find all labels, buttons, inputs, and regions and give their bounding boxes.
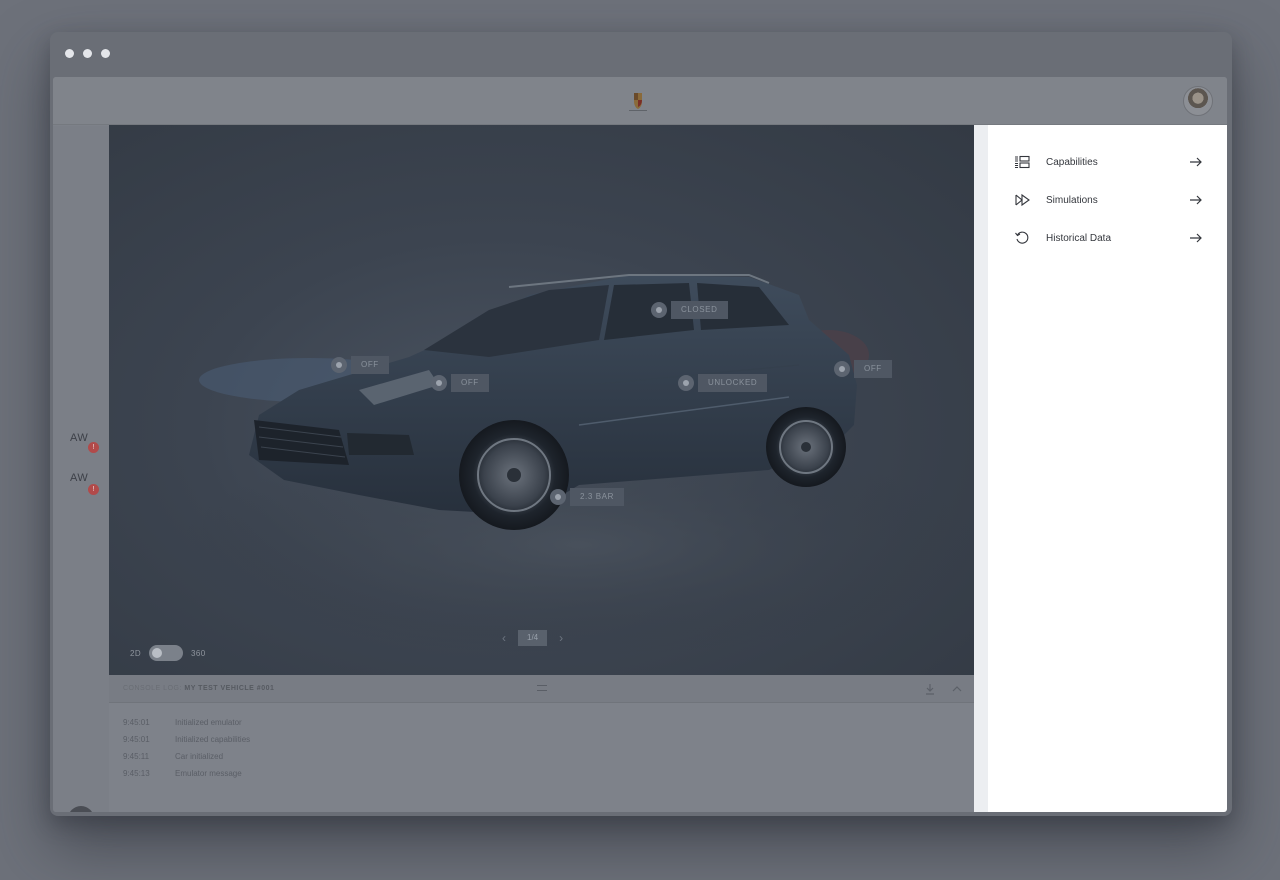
tag-label: OFF xyxy=(351,356,389,374)
arrow-right-icon xyxy=(1190,233,1202,243)
chevron-up-icon[interactable] xyxy=(949,681,965,697)
history-icon xyxy=(1015,231,1029,244)
menu-item-capabilities[interactable]: Capabilities xyxy=(988,143,1227,181)
tag-pin xyxy=(834,361,850,377)
view-360-label: 360 xyxy=(191,648,206,658)
log-message: Emulator message xyxy=(175,769,242,778)
vehicle-tag-windows[interactable]: CLOSED xyxy=(651,300,728,320)
menu-item-simulations[interactable]: Simulations xyxy=(988,181,1227,219)
app-header xyxy=(53,77,1227,125)
log-time: 9:45:13 xyxy=(123,769,150,778)
tag-label: 2.3 BAR xyxy=(570,488,624,506)
console-title-prefix: CONSOLE LOG: xyxy=(123,685,182,692)
log-entry: 9:45:11 Car initialized xyxy=(123,752,223,761)
log-time: 9:45:01 xyxy=(123,735,150,744)
browser-window: AW ! AW ! OFF OFF CLOSED UNLOCKED OFF 2.… xyxy=(50,32,1232,816)
vehicle-tag-front-lights[interactable]: OFF xyxy=(431,373,489,393)
tag-label: CLOSED xyxy=(671,301,728,319)
log-message: Initialized capabilities xyxy=(175,735,251,744)
menu-item-historical-data[interactable]: Historical Data xyxy=(988,219,1227,257)
left-rail: AW ! AW ! xyxy=(53,126,109,812)
arrow-right-icon xyxy=(1190,157,1202,167)
pager-next-button[interactable]: › xyxy=(559,631,563,645)
console-resize-handle[interactable] xyxy=(537,685,547,691)
tag-pin xyxy=(331,357,347,373)
window-control-close[interactable] xyxy=(65,49,74,58)
tag-pin xyxy=(431,375,447,391)
bluetooth-icon xyxy=(68,806,94,812)
console-log: CONSOLE LOG: MY TEST VEHICLE #001 9:45:0… xyxy=(109,675,974,812)
tag-label: OFF xyxy=(854,360,892,378)
tag-label: UNLOCKED xyxy=(698,374,768,392)
download-icon[interactable] xyxy=(922,681,938,697)
vehicle-tag-tire-pressure[interactable]: 2.3 BAR xyxy=(550,487,624,507)
window-titlebar xyxy=(50,32,1232,76)
app-container: AW ! AW ! OFF OFF CLOSED UNLOCKED OFF 2.… xyxy=(53,77,1227,812)
arrow-right-icon xyxy=(1190,195,1202,205)
pager-prev-button[interactable]: ‹ xyxy=(502,631,506,645)
user-avatar[interactable] xyxy=(1183,86,1213,116)
console-vehicle-name: MY TEST VEHICLE #001 xyxy=(184,685,275,692)
window-control-minimize[interactable] xyxy=(83,49,92,58)
porsche-crest-icon[interactable] xyxy=(623,90,653,112)
image-pager: ‹ 1/4 › xyxy=(502,630,563,646)
view-2d-label: 2D xyxy=(130,648,142,658)
console-title: CONSOLE LOG: MY TEST VEHICLE #001 xyxy=(123,685,274,692)
side-panel: Capabilities Simulations Historical Data xyxy=(988,125,1227,812)
alert-badge: ! xyxy=(88,484,99,495)
tag-pin xyxy=(651,302,667,318)
vehicle-viewer[interactable]: OFF OFF CLOSED UNLOCKED OFF 2.3 BAR 2D 3… xyxy=(109,125,974,675)
log-message: Initialized emulator xyxy=(175,718,242,727)
capabilities-icon xyxy=(1015,155,1030,169)
panel-divider xyxy=(974,125,988,812)
menu-item-label: Historical Data xyxy=(1046,232,1112,244)
bluetooth-button[interactable] xyxy=(68,806,94,812)
tag-pin xyxy=(678,375,694,391)
menu-item-label: Capabilities xyxy=(1046,156,1098,168)
window-control-maximize[interactable] xyxy=(101,49,110,58)
log-time: 9:45:11 xyxy=(123,752,150,761)
vehicle-image xyxy=(179,274,974,655)
vehicle-tag-headlights[interactable]: OFF xyxy=(331,355,389,375)
simulations-icon xyxy=(1015,193,1030,207)
alert-label[interactable]: AW xyxy=(70,432,88,444)
tag-pin xyxy=(550,489,566,505)
log-entry: 9:45:13 Emulator message xyxy=(123,769,242,778)
alert-badge: ! xyxy=(88,442,99,453)
log-message: Car initialized xyxy=(175,752,224,761)
view-mode-toggle-group: 2D 360 xyxy=(130,645,206,661)
vehicle-tag-rear-lights[interactable]: OFF xyxy=(834,359,892,379)
menu-item-label: Simulations xyxy=(1046,194,1098,206)
alert-label[interactable]: AW xyxy=(70,472,88,484)
log-time: 9:45:01 xyxy=(123,718,150,727)
vehicle-tag-doors[interactable]: UNLOCKED xyxy=(678,373,768,393)
console-header: CONSOLE LOG: MY TEST VEHICLE #001 xyxy=(109,675,974,703)
tag-label: OFF xyxy=(451,374,489,392)
view-mode-toggle[interactable] xyxy=(149,645,184,661)
pager-indicator: 1/4 xyxy=(518,630,548,646)
log-entry: 9:45:01 Initialized capabilities xyxy=(123,735,250,744)
log-entry: 9:45:01 Initialized emulator xyxy=(123,718,242,727)
